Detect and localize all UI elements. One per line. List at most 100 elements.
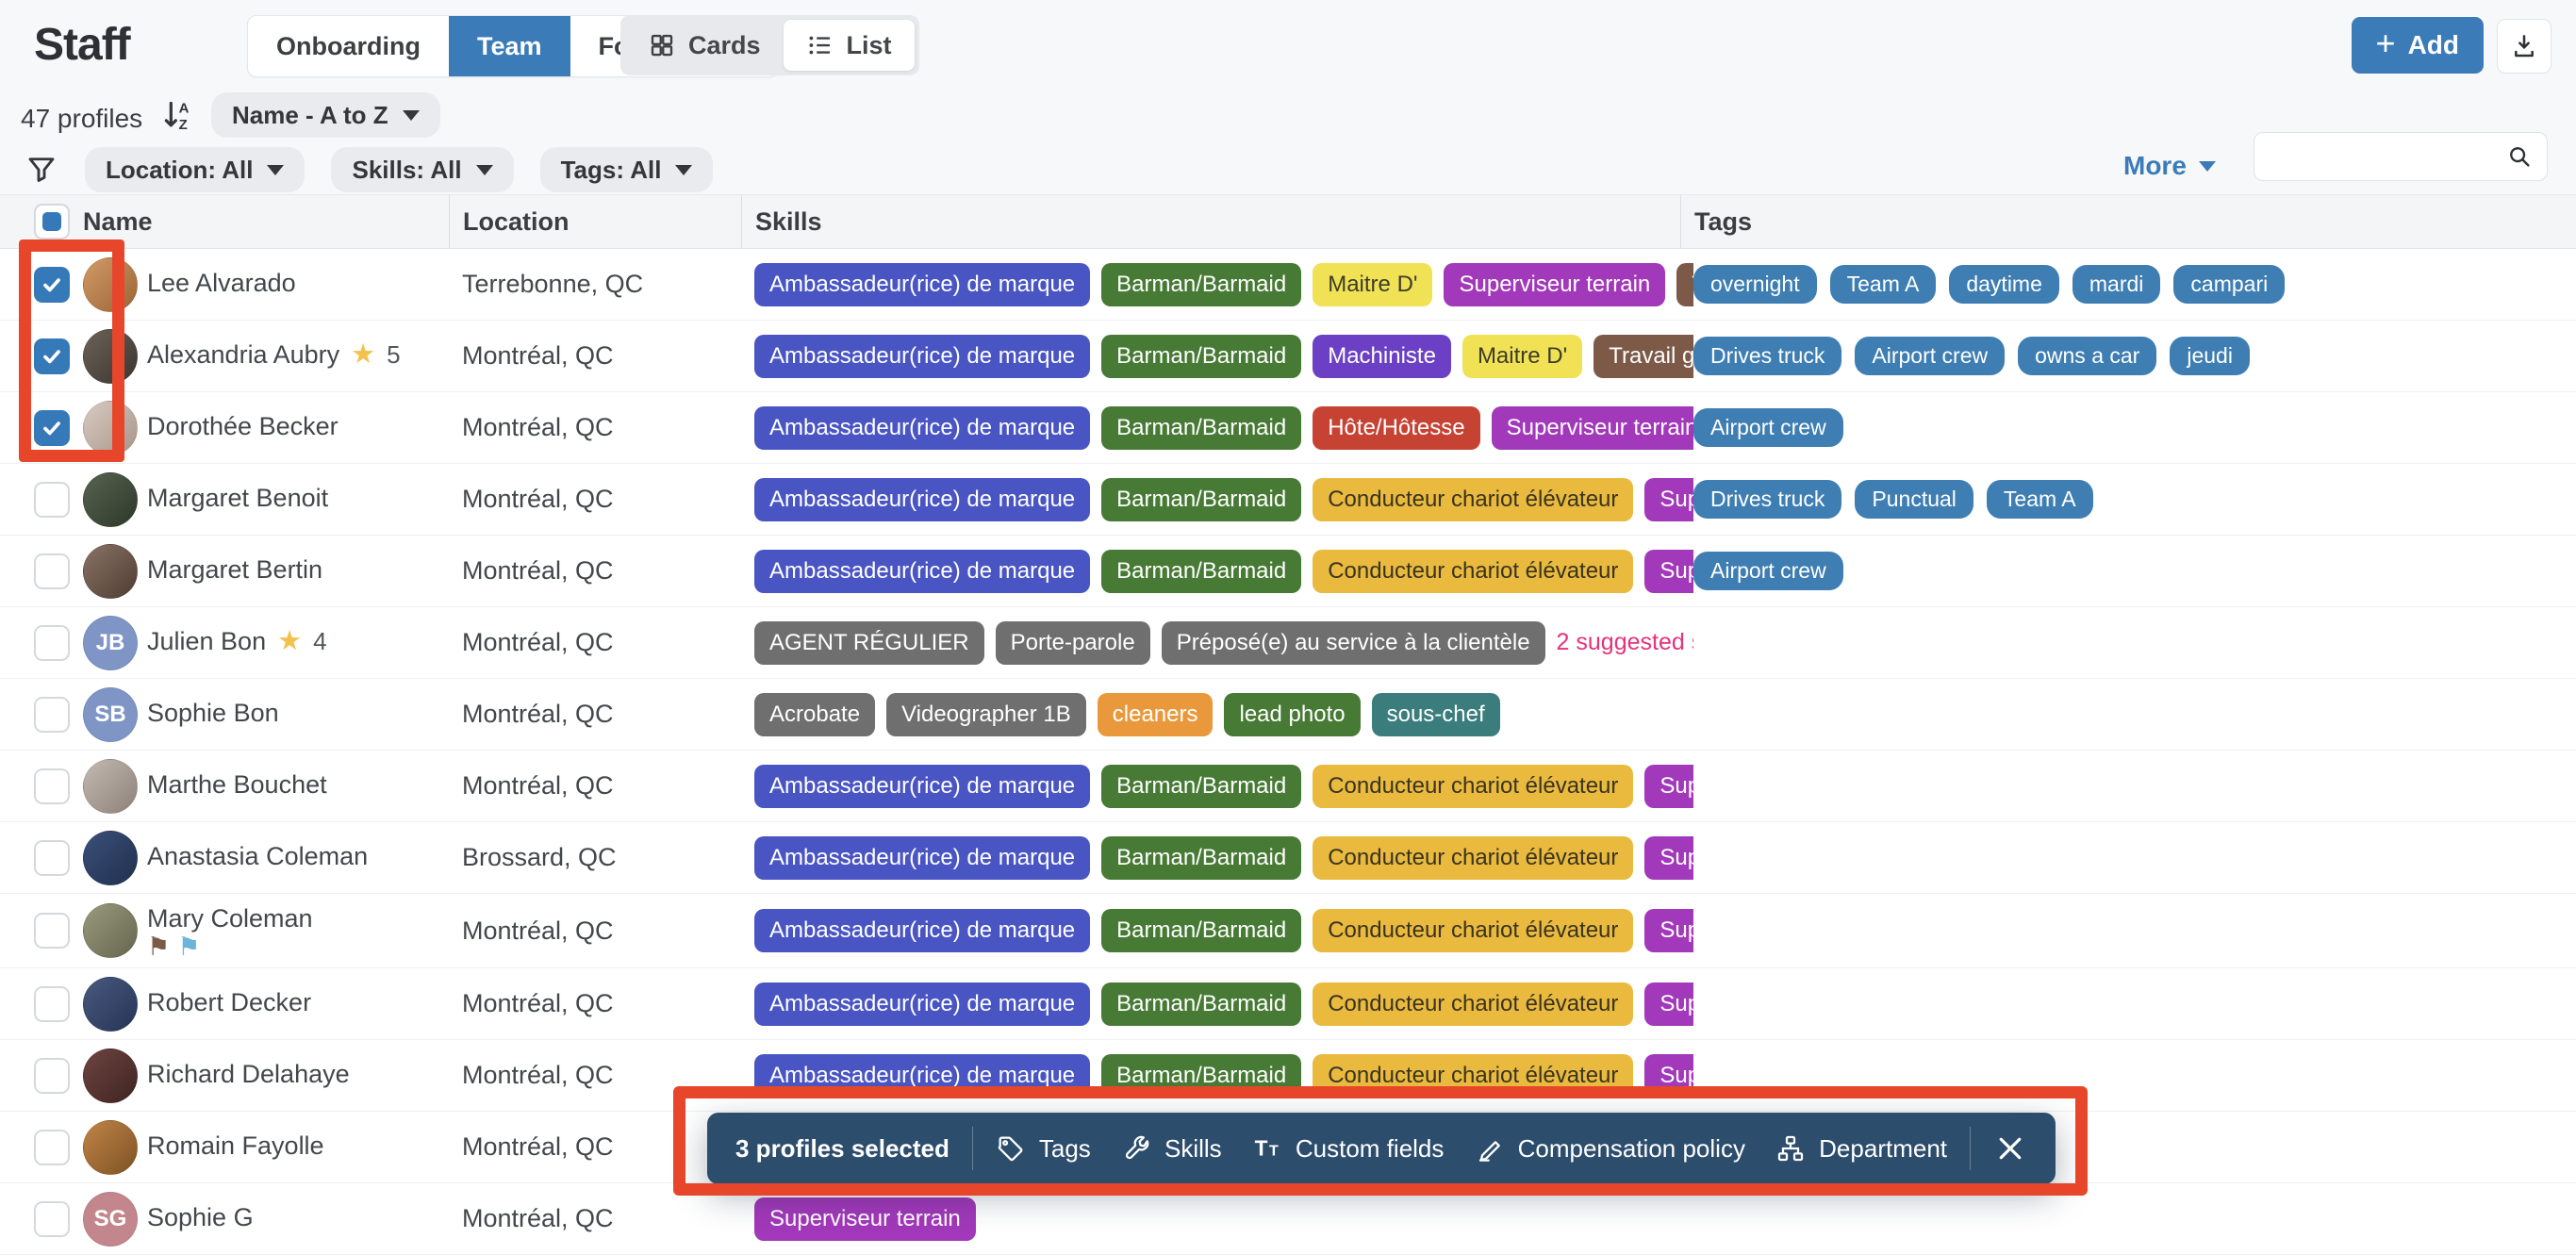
sort-dropdown[interactable]: Name - A to Z [211,92,440,138]
profile-name: Anastasia Coleman [147,842,368,871]
skills-cell: Ambassadeur(rice) de marqueBarman/Barmai… [754,751,1693,821]
search-input[interactable] [2268,141,2505,173]
view-cards-button[interactable]: Cards [625,20,784,71]
table-row[interactable]: Margaret Benoit ★ Montréal, QC Ambassade… [0,464,2576,536]
skills-cell: Superviseur terrain [754,1183,1693,1254]
select-all-checkbox[interactable] [34,204,70,239]
bulk-action-department[interactable]: Department [1775,1133,1947,1164]
row-checkbox[interactable] [34,410,70,446]
table-row[interactable]: Lee Alvarado ★ Terrebonne, QC Ambassadeu… [0,249,2576,321]
table-row[interactable]: Mary Coleman ★ ⚑⚑ Montréal, QC Ambassade… [0,894,2576,968]
skill-badge: Préposé(e) au service à la clientèle [1162,621,1545,665]
selection-actions: Tags Skills TTCustom fields Compensation po… [996,1133,1947,1164]
bulk-action-compensation-policy[interactable]: Compensation policy [1475,1133,1745,1164]
profile-name: Romain Fayolle [147,1131,324,1161]
table-row[interactable]: SG Sophie G ★ Montréal, QC Superviseur t… [0,1183,2576,1255]
table-row[interactable]: Richard Delahaye ★ Montréal, QC Ambassad… [0,1040,2576,1112]
table-row[interactable]: Marthe Bouchet ★ Montréal, QC Ambassadeu… [0,751,2576,822]
table-row[interactable]: SB Sophie Bon ★ Montréal, QC AcrobateVid… [0,679,2576,751]
view-toggle-label: List [847,31,892,60]
skill-badge: Ambassadeur(rice) de marque [754,335,1090,378]
svg-text:A: A [179,101,190,117]
divider [972,1127,973,1170]
row-checkbox[interactable] [34,913,70,949]
avatar [83,544,138,599]
filter-skills[interactable]: Skills: All [331,147,513,192]
profile-location: Montréal, QC [462,989,754,1018]
more-dropdown[interactable]: More [2123,151,2216,181]
skill-badge: Barman/Barmaid [1101,836,1301,880]
filter-location[interactable]: Location: All [85,147,305,192]
skill-badge: Ambassadeur(rice) de marque [754,478,1090,521]
table-row[interactable]: Robert Decker ★ Montréal, QC Ambassadeur… [0,968,2576,1040]
table-row[interactable]: Dorothée Becker ★ Montréal, QC Ambassade… [0,392,2576,464]
sort-az-icon[interactable]: AZ [158,96,196,134]
view-list-button[interactable]: List [784,20,915,71]
rating-value: 4 [313,627,326,656]
row-checkbox[interactable] [34,697,70,733]
row-checkbox[interactable] [34,840,70,876]
row-checkbox[interactable] [34,339,70,374]
chevron-down-icon [675,165,692,175]
chevron-down-icon [403,110,420,121]
row-checkbox[interactable] [34,553,70,589]
profile-name: Marthe Bouchet [147,770,327,800]
row-checkbox[interactable] [34,1058,70,1094]
bulk-action-tags[interactable]: Tags [996,1133,1091,1164]
row-checkbox[interactable] [34,768,70,804]
custom-fields-icon: TT [1252,1133,1282,1164]
export-button[interactable] [2497,19,2551,74]
skills-cell: Ambassadeur(rice) de marque Barman/Barmai… [754,464,1693,535]
skill-badge: sous-chef [1372,693,1500,736]
skills-cell: Ambassadeur(rice) de marqueBarman/Barmai… [754,249,1693,320]
add-button[interactable]: + Add [2352,17,2484,74]
avatar [83,472,138,527]
filter-funnel-icon[interactable] [25,153,58,187]
cards-list-toggle: Cards List [620,15,919,75]
download-icon [2509,31,2539,61]
avatar [83,831,138,885]
skill-badge: Machiniste [1313,335,1451,378]
chevron-down-icon [267,165,284,175]
chevron-down-icon [476,165,493,175]
skill-badge: Superviseur terrain [1644,550,1693,593]
tab-team[interactable]: Team [449,16,570,76]
skill-badge: Conducteur chariot élévateur [1313,836,1633,880]
page-title: Staff [34,19,130,71]
row-checkbox[interactable] [34,267,70,303]
skill-badge: Barman/Barmaid [1101,478,1301,521]
plus-icon: + [2376,26,2396,60]
tab-onboarding[interactable]: Onboarding [248,16,449,76]
row-checkbox[interactable] [34,986,70,1022]
skills-cell: Ambassadeur(rice) de marqueBarman/Barmai… [754,392,1693,463]
profile-name: Mary Coleman [147,904,313,933]
skill-badge: Travail général [1593,335,1693,378]
skills-cell: Ambassadeur(rice) de marqueBarman/Barmai… [754,536,1693,606]
skill-badge: Superviseur terrain [1644,836,1693,880]
table-row[interactable]: Alexandria Aubry ★ 5 Montréal, QC Ambass… [0,321,2576,392]
bulk-action-custom-fields[interactable]: TTCustom fields [1252,1133,1445,1164]
selection-action-bar: 3 profiles selected TagsSkillsTTCustom f… [707,1113,2056,1184]
row-checkbox[interactable] [34,625,70,661]
table-row[interactable]: Margaret Bertin ★ Montréal, QC Ambassade… [0,536,2576,607]
profile-location: Montréal, QC [462,916,754,946]
row-checkbox[interactable] [34,1201,70,1237]
close-icon[interactable] [1993,1131,2027,1165]
skills-cell: Ambassadeur(rice) de marqueBarman/Barmai… [754,968,1693,1039]
row-checkbox[interactable] [34,482,70,518]
skill-badge: Conducteur chariot élévateur [1313,765,1633,808]
skills-cell: Ambassadeur(rice) de marqueBarman/Barmai… [754,1040,1693,1111]
skill-badge: Superviseur terrain [1644,1054,1693,1098]
skill-badge: Travail général [1676,263,1693,306]
profile-count: 47 profiles [21,104,142,134]
table-row[interactable]: Anastasia Coleman ★ Brossard, QC Ambassa… [0,822,2576,894]
suggested-skills-link[interactable]: 2 suggested skills [1557,629,1693,656]
row-checkbox[interactable] [34,1130,70,1165]
profile-name: Lee Alvarado [147,269,296,298]
more-label: More [2123,151,2187,181]
filter-tags[interactable]: Tags: All [540,147,714,192]
column-header-name: Name [83,195,462,248]
bulk-action-skills[interactable]: Skills [1121,1133,1222,1164]
svg-text:T: T [1255,1135,1268,1160]
table-row[interactable]: JB Julien Bon ★ 4 Montréal, QC AGENT RÉG… [0,607,2576,679]
